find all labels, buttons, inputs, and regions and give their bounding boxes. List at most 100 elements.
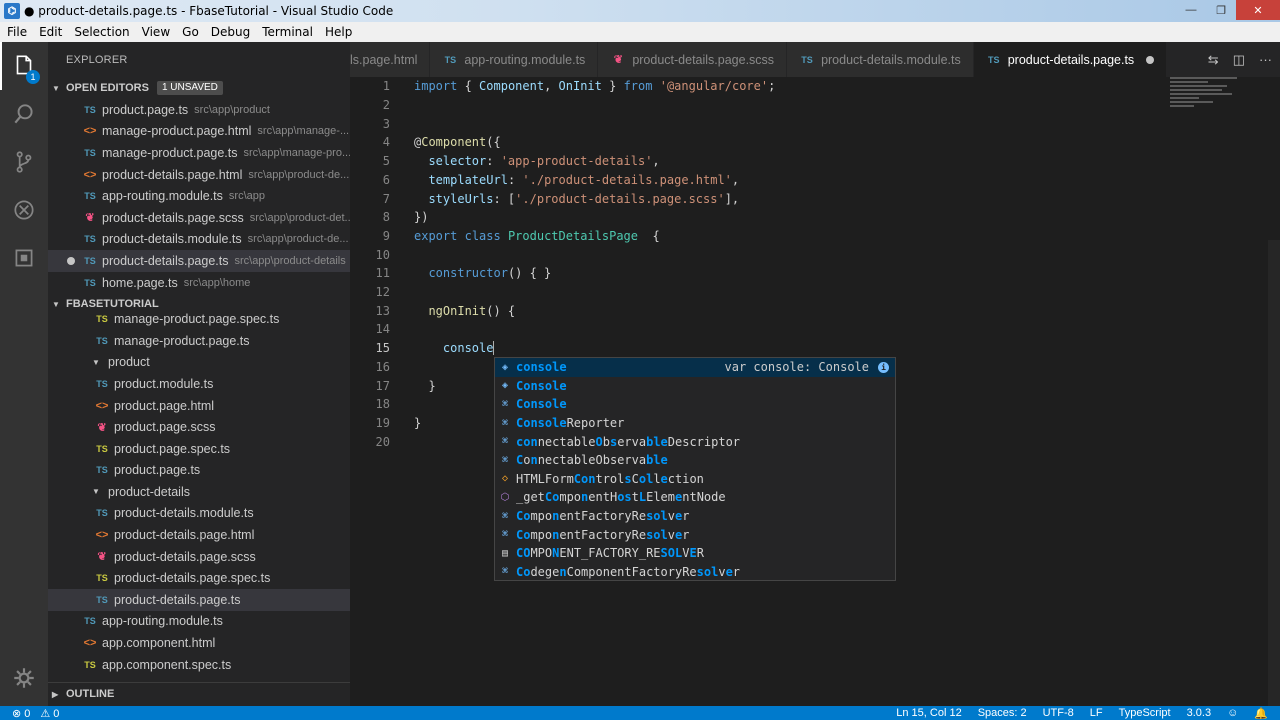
open-changes-icon[interactable]: ⇆ [1208, 52, 1219, 68]
cursor-position[interactable]: Ln 15, Col 12 [896, 707, 961, 720]
encoding[interactable]: UTF-8 [1043, 707, 1074, 720]
tab-product-details-page-scss[interactable]: ❦ product-details.page.scss [598, 42, 788, 77]
open-editor-item[interactable]: TS manage-product.page.ts src\app\manage-p… [48, 142, 350, 164]
unsaved-dot-icon[interactable] [1146, 55, 1155, 64]
folder-item[interactable]: ▼ product-details [48, 481, 350, 503]
code-line[interactable]: 8}) [350, 208, 1250, 227]
code-line[interactable]: 4 @Component({ [350, 133, 1250, 152]
unsaved-dot-icon[interactable] [67, 257, 75, 266]
code-line[interactable]: 13 ngOnInit() { [350, 301, 1250, 320]
suggestion-item[interactable]: ⌘ Co mpo n entFactoryRe sol v e r [495, 525, 895, 544]
code-line[interactable]: 14 [350, 320, 1250, 339]
code-text[interactable]: export class ProductDetailsPage { [414, 229, 660, 243]
tree-file-item[interactable]: TS product-details.page.spec.ts [48, 567, 350, 589]
maximize-button[interactable]: ❐ [1206, 0, 1236, 20]
explorer-activity-button[interactable]: 1 [0, 42, 48, 90]
split-editor-icon[interactable]: ◫ [1233, 52, 1245, 68]
search-activity-button[interactable] [0, 90, 48, 138]
outline-header[interactable]: ▶ OUTLINE [48, 682, 350, 706]
open-editors-header[interactable]: ▼ OPEN EDITORS 1 UNSAVED [48, 77, 350, 99]
tree-file-item[interactable]: TS product-details.page.ts [48, 589, 350, 611]
menu-help[interactable]: Help [318, 25, 357, 39]
tree-file-item[interactable]: <> app.component.html [48, 632, 350, 654]
code-text[interactable]: } [414, 379, 435, 393]
language-mode[interactable]: TypeScript [1119, 707, 1171, 720]
menu-edit[interactable]: Edit [32, 25, 67, 39]
minimize-button[interactable]: — [1176, 0, 1206, 20]
tree-file-item[interactable]: ❦ product-details.page.scss [48, 546, 350, 568]
feedback-icon[interactable]: ☺ [1227, 707, 1238, 720]
tab-app-routing-module-ts[interactable]: TS app-routing.module.ts [430, 42, 599, 77]
code-line[interactable]: 10 [350, 245, 1250, 264]
suggestion-item[interactable]: ⌘ con nectable Ob s erva ble Descriptor [495, 432, 895, 451]
editor-scrollbar[interactable] [1268, 240, 1280, 706]
tab-product-details-module-ts[interactable]: TS product-details.module.ts [787, 42, 974, 77]
code-text[interactable]: } [414, 416, 421, 430]
minimap[interactable] [1170, 77, 1265, 117]
code-text[interactable]: ngOnInit() { [414, 304, 515, 318]
tree-file-item[interactable]: TS product.page.spec.ts [48, 438, 350, 460]
suggestion-item[interactable]: ◈ console var console: Console i [495, 358, 895, 377]
typescript-version[interactable]: 3.0.3 [1187, 707, 1211, 720]
open-editor-item[interactable]: TS app-routing.module.ts src\app [48, 185, 350, 207]
suggestion-item[interactable]: ▤ CO MPO N ENT_FACTORY_RE SOL V E R [495, 544, 895, 563]
folder-item[interactable]: ▼ product [48, 352, 350, 374]
tree-file-item[interactable]: TS manage-product.page.spec.ts [48, 308, 350, 330]
tree-file-item[interactable]: <> product.page.html [48, 395, 350, 417]
suggestion-item[interactable]: ⌘ Console [495, 395, 895, 414]
close-window-button[interactable]: ✕ [1236, 0, 1280, 20]
indentation[interactable]: Spaces: 2 [978, 707, 1027, 720]
end-of-line[interactable]: LF [1090, 707, 1103, 720]
code-text[interactable]: import { Component, OnInit } from '@angu… [414, 79, 775, 93]
suggestion-item[interactable]: ⬡ _get Co mpo n entH os t L Elem e ntNode [495, 488, 895, 507]
tab-ls-page-html[interactable]: ls.page.html [350, 42, 431, 77]
code-text[interactable]: @Component({ [414, 135, 501, 149]
code-line[interactable]: 9 export class ProductDetailsPage { [350, 227, 1250, 246]
manage-activity-button[interactable] [0, 654, 48, 702]
code-line[interactable]: 12 [350, 283, 1250, 302]
code-line[interactable]: 2 [350, 96, 1250, 115]
code-line[interactable]: 15 console [350, 339, 1250, 358]
tree-file-item[interactable]: TS manage-product.page.ts [48, 330, 350, 352]
open-editor-item[interactable]: <> manage-product.page.html src\app\manage… [48, 121, 350, 143]
debug-activity-button[interactable] [0, 186, 48, 234]
suggestion-item[interactable]: ⌘ Console Reporter [495, 414, 895, 433]
tree-file-item[interactable]: TS app-routing.module.ts [48, 611, 350, 633]
errors-count[interactable]: ⊗ 0 [12, 707, 30, 720]
code-line[interactable]: 6 templateUrl: './product-details.page.h… [350, 171, 1250, 190]
code-line[interactable]: 1 import { Component, OnInit } from '@ang… [350, 77, 1250, 96]
tree-file-item[interactable]: TS app.component.spec.ts [48, 654, 350, 676]
code-line[interactable]: 11 constructor() { } [350, 264, 1250, 283]
source-control-activity-button[interactable] [0, 138, 48, 186]
open-editor-item[interactable]: ❦ product-details.page.scss src\app\produc… [48, 207, 350, 229]
suggestion-item[interactable]: ⌘ Co n nectableObserva ble [495, 451, 895, 470]
code-text[interactable]: selector: 'app-product-details', [414, 154, 659, 168]
tree-file-item[interactable]: TS product.page.ts [48, 460, 350, 482]
suggestion-item[interactable]: ◇ HTMLForm Con trol s Col l e ction [495, 470, 895, 489]
menu-file[interactable]: File [0, 25, 32, 39]
more-actions-icon[interactable]: ··· [1259, 52, 1272, 67]
code-line[interactable]: 5 selector: 'app-product-details', [350, 152, 1250, 171]
code-text[interactable]: styleUrls: ['./product-details.page.scss… [414, 192, 739, 206]
info-icon[interactable]: i [878, 361, 889, 373]
menu-go[interactable]: Go [175, 25, 204, 39]
suggestion-item[interactable]: ⌘ Co dege n ComponentFactoryRe sol v e r [495, 563, 895, 582]
tree-file-item[interactable]: TS product-details.module.ts [48, 503, 350, 525]
code-text[interactable]: console [414, 341, 495, 356]
code-line[interactable]: 7 styleUrls: ['./product-details.page.sc… [350, 189, 1250, 208]
suggestion-item[interactable]: ⌘ Co mpo n entFactoryRe sol v e r [495, 507, 895, 526]
open-editor-item[interactable]: TS product-details.module.ts src\app\produ… [48, 229, 350, 251]
code-text[interactable]: }) [414, 210, 428, 224]
open-editor-item[interactable]: TS home.page.ts src\app\home [48, 272, 350, 294]
notifications-icon[interactable]: 🔔 [1254, 707, 1268, 720]
open-editor-item[interactable]: <> product-details.page.html src\app\produ… [48, 164, 350, 186]
tab-product-details-page-ts[interactable]: TS product-details.page.ts [973, 42, 1168, 77]
tree-file-item[interactable]: <> product-details.page.html [48, 524, 350, 546]
open-editor-item[interactable]: TS product.page.ts src\app\product [48, 99, 350, 121]
suggestion-item[interactable]: ◈ Console [495, 377, 895, 396]
open-editor-item[interactable]: TS product-details.page.ts src\app\product… [48, 250, 350, 272]
code-text[interactable]: constructor() { } [414, 266, 551, 280]
warnings-count[interactable]: ⚠ 0 [40, 707, 59, 720]
code-line[interactable]: 3 [350, 114, 1250, 133]
menu-selection[interactable]: Selection [67, 25, 134, 39]
